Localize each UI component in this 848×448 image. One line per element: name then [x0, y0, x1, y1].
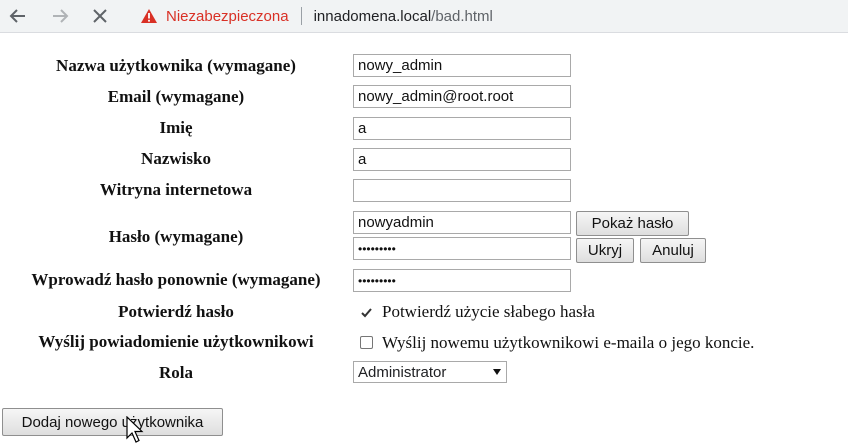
hide-password-button[interactable]: Ukryj [576, 238, 634, 263]
lastname-input[interactable]: a [353, 148, 571, 171]
firstname-label: Imię [159, 118, 193, 137]
email-input[interactable]: nowy_admin@root.root [353, 85, 571, 108]
cancel-password-button[interactable]: Anuluj [640, 238, 706, 263]
security-warning[interactable]: Niezabezpieczona [140, 8, 289, 25]
warning-icon [141, 9, 157, 23]
forward-arrow-icon [53, 9, 69, 23]
website-input[interactable] [353, 179, 571, 202]
confirm-weak-checkbox[interactable] [360, 306, 373, 319]
security-label: Niezabezpieczona [166, 7, 289, 25]
notify-checkbox[interactable] [360, 336, 373, 349]
password-masked-input[interactable]: ••••••••• [353, 237, 571, 260]
email-label: Email (wymagane) [107, 87, 245, 106]
website-label: Witryna internetowa [99, 180, 253, 199]
password-plain-input[interactable]: nowyadmin [353, 211, 571, 234]
browser-toolbar: Niezabezpieczona innadomena.local/bad.ht… [0, 0, 848, 33]
firstname-input[interactable]: a [353, 117, 571, 140]
notify-label: Wyślij powiadomienie użytkownikowi [38, 332, 314, 351]
password-repeat-label: Wprowadź hasło ponownie (wymagane) [31, 270, 321, 289]
password-repeat-input[interactable]: ••••••••• [353, 269, 571, 292]
stop-button[interactable] [88, 4, 112, 28]
role-selected-value: Administrator [358, 363, 447, 381]
lastname-label: Nazwisko [141, 149, 211, 168]
show-password-button[interactable]: Pokaż hasło [576, 211, 689, 236]
url-path: /bad.html [431, 7, 493, 25]
dropdown-arrow-icon [493, 369, 501, 375]
username-input[interactable]: nowy_admin [353, 54, 571, 77]
confirm-password-label: Potwierdź hasło [118, 302, 234, 321]
notify-text: Wyślij nowemu użytkownikowi e-maila o je… [382, 333, 755, 352]
add-user-button[interactable]: Dodaj nowego użytkownika [2, 408, 223, 436]
url-host: innadomena.local [313, 7, 432, 25]
forward-button[interactable] [48, 4, 72, 28]
address-bar[interactable]: Niezabezpieczona innadomena.local/bad.ht… [128, 2, 848, 30]
cursor-icon [126, 416, 144, 443]
back-button[interactable] [6, 4, 30, 28]
role-label: Rola [159, 363, 193, 382]
role-select[interactable]: Administrator [353, 361, 507, 383]
username-label: Nazwa użytkownika (wymagane) [56, 56, 296, 75]
confirm-weak-text: Potwierdź użycie słabego hasła [382, 302, 595, 321]
back-arrow-icon [9, 9, 25, 23]
url-separator [300, 7, 302, 25]
checkmark-icon [361, 308, 372, 318]
close-icon [93, 9, 107, 23]
password-label: Hasło (wymagane) [108, 227, 244, 246]
